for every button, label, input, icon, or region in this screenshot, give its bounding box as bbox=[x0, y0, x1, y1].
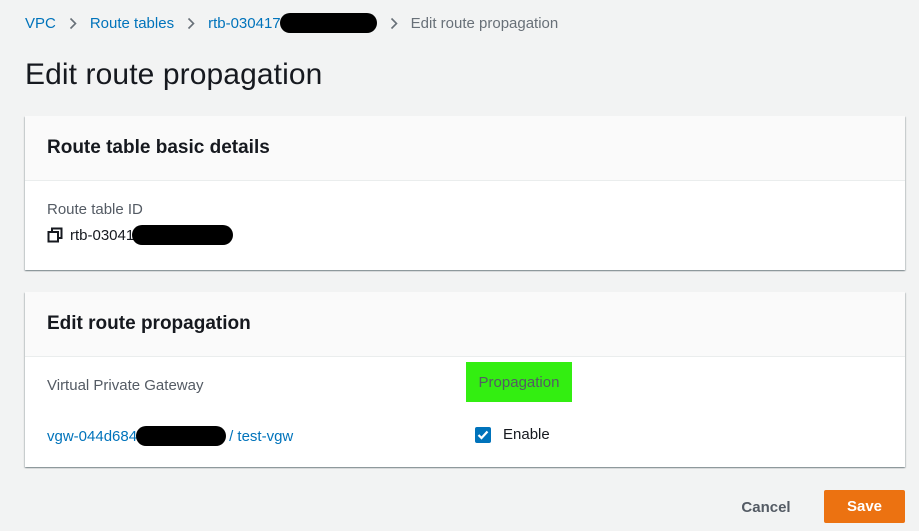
redaction-mark bbox=[279, 13, 377, 33]
save-button[interactable]: Save bbox=[824, 490, 905, 523]
checkmark-icon bbox=[477, 430, 489, 440]
breadcrumb-current: Edit route propagation bbox=[410, 14, 559, 32]
panel-header: Edit route propagation bbox=[25, 292, 905, 357]
page: VPC Route tables rtb-030417 Edit route p… bbox=[0, 0, 919, 531]
cancel-button[interactable]: Cancel bbox=[728, 491, 804, 523]
panel-header: Route table basic details bbox=[25, 116, 905, 181]
breadcrumb: VPC Route tables rtb-030417 Edit route p… bbox=[25, 13, 558, 33]
panel-body: Virtual Private Gateway Propagation vgw-… bbox=[25, 357, 905, 466]
redaction-mark bbox=[132, 225, 234, 245]
breadcrumb-vpc-link[interactable]: VPC bbox=[25, 15, 56, 32]
page-title: Edit route propagation bbox=[25, 58, 323, 91]
column-header-gateway: Virtual Private Gateway bbox=[47, 377, 204, 394]
chevron-right-icon bbox=[187, 17, 195, 30]
breadcrumb-route-tables-link[interactable]: Route tables bbox=[90, 15, 174, 32]
enable-propagation-checkbox[interactable]: Enable bbox=[475, 426, 550, 443]
redaction-mark bbox=[136, 426, 227, 446]
breadcrumb-route-table-id: rtb-030417 bbox=[208, 14, 281, 32]
checkbox-checked[interactable] bbox=[475, 426, 491, 443]
copy-icon[interactable] bbox=[47, 227, 63, 243]
column-header-propagation-highlight: Propagation bbox=[466, 362, 572, 402]
table-row: vgw-044d684 / test-vgw bbox=[47, 426, 293, 446]
gateway-name[interactable]: / test-vgw bbox=[229, 428, 293, 445]
route-table-id-label: Route table ID bbox=[47, 201, 143, 218]
route-table-id-text: rtb-03041 bbox=[70, 226, 135, 244]
chevron-right-icon bbox=[390, 17, 398, 30]
chevron-right-icon bbox=[69, 17, 77, 30]
gateway-id: vgw-044d684 bbox=[47, 427, 138, 445]
route-table-id-value: rtb-03041 bbox=[47, 225, 234, 245]
route-table-details-panel: Route table basic details Route table ID… bbox=[25, 116, 905, 270]
gateway-link[interactable]: vgw-044d684 bbox=[47, 426, 227, 446]
breadcrumb-route-table-link[interactable]: rtb-030417 bbox=[208, 13, 377, 33]
column-header-propagation: Propagation bbox=[478, 373, 560, 391]
route-propagation-panel: Edit route propagation Virtual Private G… bbox=[25, 292, 905, 467]
enable-label: Enable bbox=[503, 426, 550, 443]
